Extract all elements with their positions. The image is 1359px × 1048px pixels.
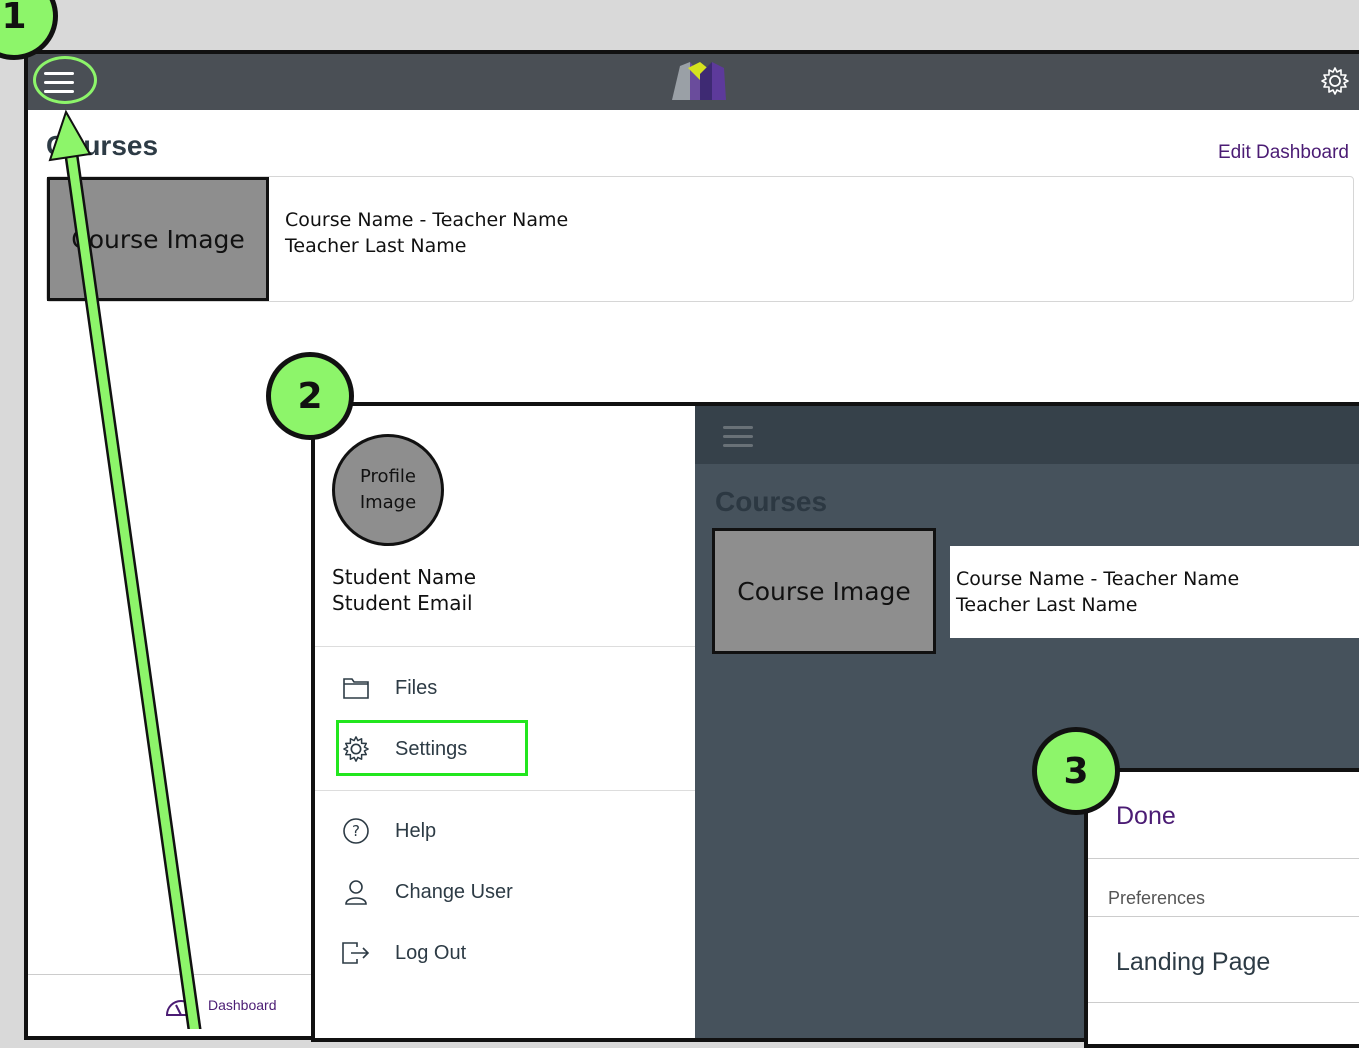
course-name: Course Name - Teacher Name [956,568,1240,590]
menu-item-help[interactable]: ? Help [341,811,436,851]
course-info: Course Name - Teacher Name Teacher Last … [956,566,1239,618]
course-info: Course Name - Teacher Name Teacher Last … [285,207,568,259]
teacher-name: Teacher Last Name [285,235,467,257]
course-name: Course Name - Teacher Name [285,209,569,231]
divider [1088,1002,1359,1003]
section-header: Preferences [1108,888,1206,908]
avatar-label-line1: Profile [360,466,416,487]
menu-item-label: Files [395,676,438,699]
dimmed-page-title: Courses [715,486,828,517]
done-button[interactable]: Done [1116,802,1176,831]
top-bar [28,54,1359,110]
course-card[interactable]: Course Image Course Name - Teacher Name … [46,176,1354,302]
edit-dashboard-link[interactable]: Edit Dashboard [1218,142,1349,164]
menu-item-files[interactable]: Files [341,668,437,708]
user-icon [341,877,371,907]
avatar-label-line2: Image [359,492,417,513]
hamburger-highlight-ring [33,56,97,104]
logout-icon [341,938,371,968]
page-title: Courses [46,130,159,161]
dashboard-icon[interactable] [164,993,198,1017]
svg-text:?: ? [352,822,360,840]
avatar[interactable]: Profile Image [332,434,444,546]
settings-highlight-box [336,720,528,776]
dashboard-tab-label[interactable]: Dashboard [208,997,277,1013]
course-image: Course Image [712,528,936,654]
side-drawer: Profile Image Student Name Student Email… [315,406,695,1038]
step-badge-2: 2 [266,352,354,440]
divider [1088,858,1359,859]
help-icon: ? [341,816,371,846]
student-email: Student Email [332,591,473,615]
divider [315,646,695,647]
student-name: Student Name [332,565,477,589]
hamburger-menu-icon [723,426,753,448]
menu-item-change-user[interactable]: Change User [341,872,513,912]
divider [1088,916,1359,917]
teacher-name: Teacher Last Name [956,594,1138,616]
course-image: Course Image [47,177,269,301]
menu-item-label: Help [395,819,437,842]
menu-item-label: Change User [395,880,513,903]
student-info: Student Name Student Email [332,564,476,616]
folder-icon [341,673,371,703]
menu-item-log-out[interactable]: Log Out [341,933,466,973]
step-badge-3: 3 [1032,727,1120,815]
gear-icon[interactable] [1320,66,1350,96]
dimmed-top-bar [695,406,1359,464]
landing-page-setting[interactable]: Landing Page [1116,948,1270,977]
divider [315,790,695,791]
menu-item-label: Log Out [395,941,467,964]
settings-panel: Done Preferences Landing Page [1084,768,1359,1048]
course-card: Course Name - Teacher Name Teacher Last … [950,546,1359,638]
app-logo [672,62,726,100]
bottom-nav: Dashboard [28,974,318,1036]
